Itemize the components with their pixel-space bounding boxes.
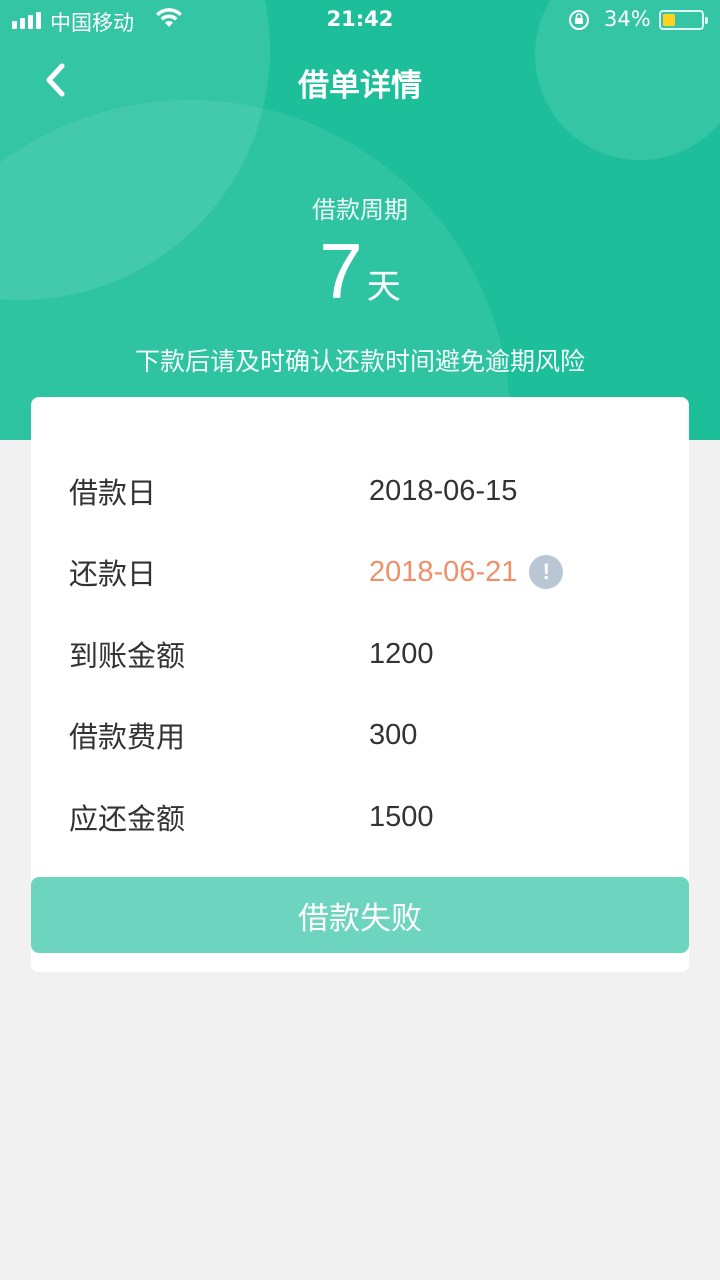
detail-row-received-amount: 到账金额 1200 [31, 629, 689, 679]
loan-detail-card: 借款日 2018-06-15 还款日 2018-06-21 ! 到账金额 120… [31, 397, 689, 972]
detail-row-loan-fee: 借款费用 300 [31, 710, 689, 760]
detail-row-repay-date: 还款日 2018-06-21 ! [31, 547, 689, 597]
battery-percentage: 34% [604, 7, 651, 31]
info-icon[interactable]: ! [529, 555, 564, 589]
detail-row-repay-amount: 应还金额 1500 [31, 792, 689, 842]
page-title: 借单详情 [298, 68, 422, 104]
status-bar: 中国移动 21:42 34% [0, 0, 720, 40]
detail-label: 到账金额 [69, 639, 186, 673]
period-label: 借款周期 [312, 196, 408, 224]
period-value: 7 [319, 227, 363, 315]
period-unit: 天 [366, 267, 401, 307]
detail-value-wrap: 2018-06-21 ! [369, 555, 564, 589]
detail-value: 1500 [369, 800, 434, 833]
detail-label: 借款日 [69, 476, 157, 510]
detail-label: 还款日 [69, 557, 157, 591]
detail-value: 2018-06-15 [369, 474, 518, 507]
battery-icon [659, 10, 708, 30]
period-display: 7 天 [0, 232, 720, 310]
period-tip: 下款后请及时确认还款时间避免逾期风险 [134, 347, 585, 376]
rotation-lock-icon [567, 9, 591, 36]
detail-label: 借款费用 [69, 720, 186, 754]
detail-value: 2018-06-21 [369, 555, 518, 588]
screen: 中国移动 21:42 34% 借单详情 借款周期 7 天 下款后请及时确认还款时… [0, 0, 720, 1280]
loan-status-button[interactable]: 借款失败 [31, 877, 689, 953]
detail-row-loan-date: 借款日 2018-06-15 [31, 466, 689, 516]
detail-value: 1200 [369, 637, 434, 670]
detail-value: 300 [369, 718, 418, 751]
detail-label: 应还金额 [69, 802, 186, 836]
